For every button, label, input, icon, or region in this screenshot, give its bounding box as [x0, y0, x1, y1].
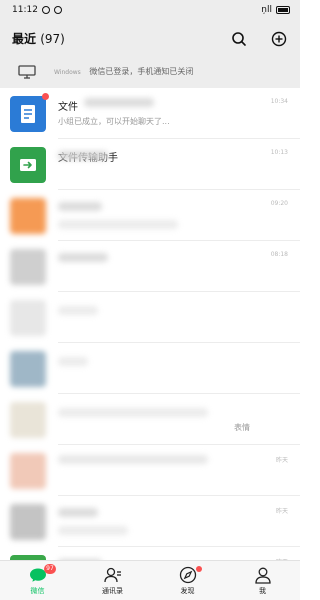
redacted-text: [58, 357, 88, 366]
status-left: 11:12: [12, 5, 62, 15]
chat-row[interactable]: [0, 343, 300, 394]
signal-indicator: ņll: [261, 5, 272, 15]
tab-label: 通讯录: [102, 587, 123, 595]
person-icon: [252, 565, 274, 585]
avatar: [10, 198, 46, 234]
chat-row[interactable]: 昨天: [0, 445, 300, 496]
avatar: [10, 249, 46, 285]
chat-list: 文件 小组已成立，可以开始聊天了... 10:34 文件传输助手 10:13: [0, 88, 300, 560]
redacted-text: [58, 455, 208, 464]
chat-row[interactable]: 昨天: [0, 496, 300, 547]
infinity-icon: [41, 6, 50, 14]
status-time: 11:12: [12, 5, 38, 15]
chat-row[interactable]: 08:18: [0, 241, 300, 292]
redacted-text: [58, 306, 98, 315]
banner-text: Windows 微信已登录，手机通知已关闭: [54, 66, 193, 77]
chat-time: 昨天: [275, 457, 288, 464]
chat-row[interactable]: [0, 292, 300, 343]
desktop-login-banner[interactable]: Windows 微信已登录，手机通知已关闭: [0, 56, 300, 89]
chat-time: 10:13: [270, 149, 288, 156]
avatar: [10, 96, 46, 132]
chat-row[interactable]: 文件传输助手 10:13: [0, 139, 300, 190]
add-button[interactable]: [268, 28, 290, 50]
chat-time: 09:20: [270, 200, 288, 207]
notification-icon: [53, 6, 62, 14]
file-transfer-icon: [20, 159, 36, 171]
tab-chats[interactable]: 97 微信: [0, 564, 75, 599]
battery-icon: [276, 6, 290, 14]
status-right: ņll: [261, 5, 290, 15]
tab-discover[interactable]: 发现: [150, 565, 225, 599]
unread-dot: [42, 93, 49, 100]
redacted-text: [58, 151, 108, 160]
avatar: [10, 453, 46, 489]
wechat-screen: 11:12 ņll 最近 (97) Windows 微信已登录，手机通知已关闭 …: [0, 0, 300, 600]
document-icon: [21, 105, 35, 123]
tab-label: 发现: [180, 587, 195, 595]
page-title: 最近 (97): [12, 30, 65, 47]
chat-row[interactable]: 文件 小组已成立，可以开始聊天了... 10:34: [0, 88, 300, 139]
avatar: [10, 351, 46, 387]
tab-me[interactable]: 我: [225, 565, 300, 599]
avatar: [10, 300, 46, 336]
chat-row[interactable]: 表情: [0, 394, 300, 445]
chat-title: 文件: [58, 102, 78, 113]
unread-count: (97): [40, 32, 65, 46]
chat-time: 10:34: [270, 98, 288, 105]
redacted-text: [58, 408, 208, 417]
tab-label: 我: [259, 587, 266, 595]
avatar: [10, 402, 46, 438]
monitor-icon: [18, 64, 36, 83]
avatar: [10, 147, 46, 183]
redacted-text: [58, 220, 178, 229]
plus-circle-icon: [271, 31, 287, 47]
chat-time: 08:18: [270, 251, 288, 258]
redacted-text: [58, 202, 102, 211]
chat-preview: 小组已成立，可以开始聊天了...: [58, 117, 170, 126]
status-bar: 11:12 ņll: [0, 0, 300, 22]
chat-row[interactable]: 昨天: [0, 547, 300, 560]
avatar: [10, 504, 46, 540]
redacted-text: [58, 253, 108, 262]
banner-platform: Windows: [54, 69, 81, 76]
redacted-text: [58, 508, 98, 517]
tab-contacts[interactable]: 通讯录: [75, 565, 150, 599]
chat-time: 昨天: [275, 508, 288, 515]
contacts-icon: [102, 565, 124, 585]
chat-row[interactable]: 09:20: [0, 190, 300, 241]
unread-dot: [196, 566, 202, 572]
redacted-text: [58, 526, 128, 535]
bottom-tab-bar: 97 微信 通讯录 发现 我: [0, 560, 300, 600]
search-button[interactable]: [228, 28, 250, 50]
banner-message: 微信已登录，手机通知已关闭: [89, 67, 194, 76]
top-header: 最近 (97): [0, 22, 300, 56]
tab-label: 微信: [30, 587, 45, 595]
chat-preview: 表情: [234, 423, 250, 432]
page-title-text: 最近: [12, 32, 37, 46]
search-icon: [232, 32, 246, 46]
redacted-text: [84, 98, 154, 107]
tab-badge: 97: [44, 564, 56, 574]
